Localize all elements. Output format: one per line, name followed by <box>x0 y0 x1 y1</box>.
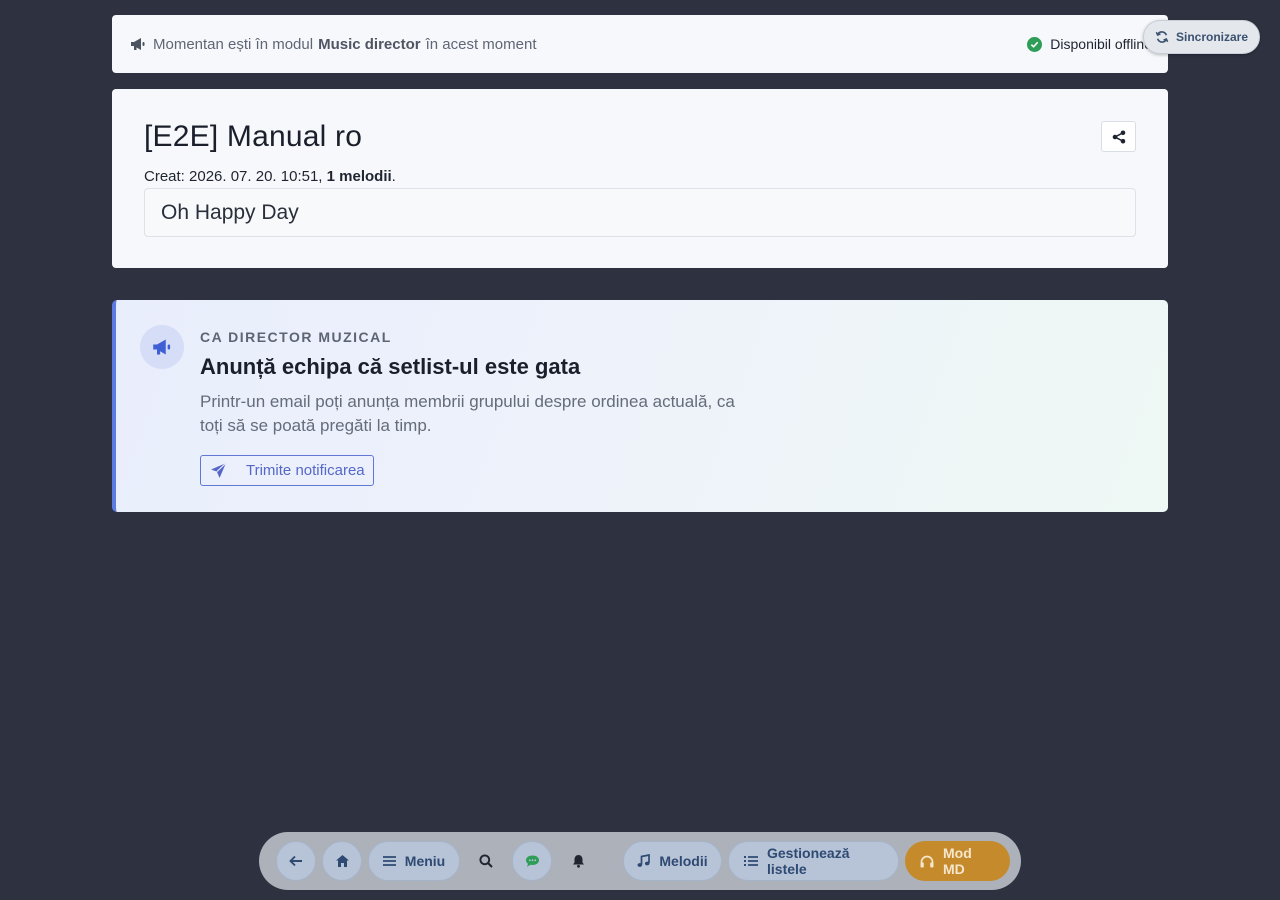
created-date: Creat: 2026. 07. 20. 10:51, <box>144 168 323 185</box>
music-note-icon <box>637 854 651 868</box>
songs-button[interactable]: Melodii <box>623 841 722 881</box>
mode-suffix: în acest moment <box>425 35 537 53</box>
manage-lists-button[interactable]: Gestionează listele <box>728 841 899 881</box>
home-button[interactable] <box>322 841 362 881</box>
send-notification-label: Trimite notificarea <box>246 462 365 479</box>
arrow-left-icon <box>289 855 303 867</box>
chat-button[interactable] <box>512 841 552 881</box>
mode-prefix: Momentan ești în modul <box>153 35 314 53</box>
songs-label: Melodii <box>659 853 708 869</box>
song-count: 1 melodii <box>326 168 392 185</box>
md-mode-label: Mod MD <box>943 845 972 877</box>
bell-icon <box>572 854 585 868</box>
md-mode-button[interactable]: Mod MD <box>905 841 1010 881</box>
created-suffix: . <box>391 168 396 185</box>
app-page: Momentan ești în modul Music director în… <box>0 0 1280 900</box>
notifications-button[interactable] <box>558 841 598 881</box>
menu-button[interactable]: Meniu <box>368 841 460 881</box>
mode-banner: Momentan ești în modul Music director în… <box>112 15 1168 73</box>
mode-name: Music director <box>318 35 421 53</box>
share-button[interactable] <box>1101 121 1136 152</box>
menu-label: Meniu <box>404 853 446 869</box>
created-info: Creat: 2026. 07. 20. 10:51, 1 melodii. <box>144 168 1136 185</box>
send-notification-button[interactable]: Trimite notificarea <box>200 455 374 486</box>
setlist-title: [E2E] Manual ro <box>144 120 363 153</box>
announcement-kicker: CA DIRECTOR MUZICAL <box>200 329 392 345</box>
sync-button[interactable]: Sincronizare <box>1143 20 1260 54</box>
home-icon <box>335 854 350 868</box>
song-title: Oh Happy Day <box>161 200 299 224</box>
headphones-icon <box>920 855 934 868</box>
search-button[interactable] <box>466 841 506 881</box>
paper-plane-icon <box>210 462 227 479</box>
announcement-title: Anunță echipa că setlist-ul este gata <box>200 354 581 379</box>
announcement-card: CA DIRECTOR MUZICAL Anunță echipa că set… <box>112 300 1168 512</box>
offline-label: Disponibil offline <box>1050 36 1152 52</box>
menu-icon <box>382 855 396 867</box>
chat-icon <box>525 854 540 868</box>
announcement-description: Printr-un email poți anunța membrii grup… <box>200 392 735 435</box>
announcement-body: CA DIRECTOR MUZICAL Anunță echipa că set… <box>200 329 760 486</box>
bottom-toolbar: Meniu Melodii Gestionează listele Mod MD <box>259 832 1021 890</box>
mode-text: Momentan ești în modul Music director în… <box>153 36 537 53</box>
manage-lists-label: Gestionează listele <box>767 845 850 877</box>
check-circle-icon <box>1027 36 1043 52</box>
sync-label: Sincronizare <box>1175 30 1249 44</box>
share-icon <box>1112 130 1126 144</box>
sync-icon <box>1155 30 1169 44</box>
search-icon <box>479 854 493 868</box>
megaphone-icon <box>130 36 146 52</box>
back-button[interactable] <box>276 841 316 881</box>
song-row[interactable]: Oh Happy Day <box>144 188 1136 237</box>
list-icon <box>744 855 758 867</box>
megaphone-icon <box>140 325 184 369</box>
setlist-card: [E2E] Manual ro Creat: 2026. 07. 20. 10:… <box>112 89 1168 268</box>
toolbar-divider <box>610 841 611 881</box>
offline-status: Disponibil offline <box>1027 15 1152 73</box>
